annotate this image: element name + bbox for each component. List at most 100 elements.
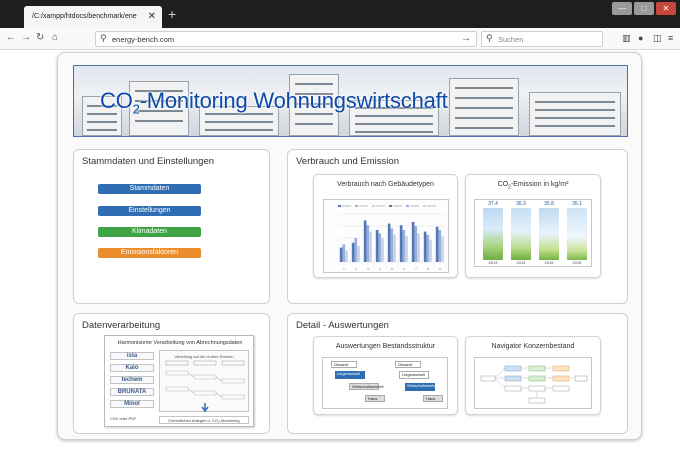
legend-swatch <box>355 205 358 207</box>
x-tick-label: 1 <box>343 267 345 271</box>
legend-swatch <box>338 205 341 207</box>
klimadaten-button[interactable]: Klimadaten <box>98 227 201 237</box>
chart-bar <box>378 233 382 262</box>
x-tick-label: 2 <box>355 267 357 271</box>
reload-icon[interactable]: ↻ <box>36 32 44 43</box>
chart-bar <box>405 236 408 262</box>
chart-bar <box>414 226 418 262</box>
bestandsstruktur-thumbnail: Gesamt Liegenschaft Wirtschaftseinheit H… <box>322 357 448 409</box>
chart-bar <box>402 230 406 262</box>
new-tab-button[interactable]: + <box>168 6 176 22</box>
panel-detail: Detail - Auswertungen Auswertungen Besta… <box>287 313 628 434</box>
datenverarbeitung-thumbnail[interactable]: Harmonisierte Verarbeitung von Abrechnun… <box>104 335 254 427</box>
go-arrow-icon[interactable]: → <box>461 33 471 44</box>
panel-title: Verbrauch und Emission <box>296 156 399 167</box>
dashboard-container: CO2-Monitoring Wohnungswirtschaft Stammd… <box>57 52 642 440</box>
x-tick-label: 8 <box>427 267 429 271</box>
maximize-button[interactable]: □ <box>634 2 654 15</box>
x-tick-label: 3 <box>367 267 369 271</box>
chart-bar <box>390 228 394 262</box>
legend-text-line <box>342 205 351 207</box>
navigator-thumbnail <box>474 357 592 409</box>
provider-kalo: Kalo <box>110 364 154 372</box>
library-icon[interactable]: ▥ <box>622 33 631 44</box>
box-liegenschaft: Liegenschaft <box>335 371 365 379</box>
chart-bar <box>375 230 379 262</box>
account-icon[interactable]: ● <box>638 33 643 43</box>
search-placeholder: Suchen <box>498 35 524 44</box>
chart-bar <box>429 239 432 262</box>
co2-year-label: 2013 <box>488 260 498 265</box>
legend-text-line <box>376 205 385 207</box>
co2-year-label: 2014 <box>516 260 526 265</box>
chart-bar <box>426 234 430 262</box>
chart-bar <box>357 246 360 262</box>
sidebar-icon[interactable]: ◫ <box>653 33 662 44</box>
minimize-button[interactable]: — <box>612 2 632 15</box>
legend-swatch <box>372 205 375 207</box>
building-graphic <box>449 78 519 136</box>
co2-column <box>483 208 503 260</box>
chart-bar <box>339 247 343 262</box>
menu-icon[interactable]: ≡ <box>668 33 673 43</box>
box-wirtschaftseinheit: Wirtschaftseinheit <box>405 383 439 391</box>
tab-title: /C:/xampp/htdocs/benchmark/ene <box>32 13 137 20</box>
page-viewport: CO2-Monitoring Wohnungswirtschaft Stammd… <box>0 51 680 458</box>
panel-datenverarbeitung: Datenverarbeitung Harmonisierte Verarbei… <box>73 313 270 434</box>
card-bestandsstruktur[interactable]: Auswertungen Bestandsstruktur Gesamt Lie… <box>313 336 458 415</box>
box-haus: Haus <box>423 395 443 402</box>
card-title: Auswertungen Bestandsstruktur <box>335 343 436 350</box>
page-title: CO2-Monitoring Wohnungswirtschaft <box>100 88 448 117</box>
chart-bar <box>435 226 439 262</box>
legend-text-line <box>393 205 402 207</box>
chart-bar <box>345 250 348 262</box>
co2-chart-thumbnail: 37.4 2013 36.3 2014 35.8 2015 35.1 2016 <box>474 199 592 267</box>
einstellungen-button[interactable]: Einstellungen <box>98 206 201 216</box>
box-gesamt: Gesamt <box>331 361 357 368</box>
forward-icon[interactable]: → <box>21 32 31 43</box>
x-tick-label: 9 <box>439 267 441 271</box>
legend-swatch <box>389 205 392 207</box>
card-verbrauch-gebaeudetypen[interactable]: Verbrauch nach Gebäudetypen 1 2 3 4 5 6 7 8 9 <box>313 174 458 278</box>
panel-verbrauch: Verbrauch und Emission Verbrauch nach Ge… <box>287 149 628 304</box>
chart-bar <box>393 234 396 262</box>
doc-footer: Einheitliches Anlegen d. CO₂-Monitoring <box>159 416 249 424</box>
provider-minol: Minol <box>110 400 154 408</box>
stammdaten-button[interactable]: Stammdaten <box>98 184 201 194</box>
search-bar[interactable]: ⚲ Suchen <box>481 31 603 47</box>
box-liegenschaft: Liegenschaft <box>399 371 429 379</box>
close-window-button[interactable]: ✕ <box>656 2 676 15</box>
browser-tab[interactable]: /C:/xampp/htdocs/benchmark/ene ✕ <box>24 6 162 28</box>
chart-bar <box>351 242 355 262</box>
card-navigator-konzernbestand[interactable]: Navigator Konzernbestand <box>465 336 601 415</box>
chart-bar <box>354 238 358 262</box>
panel-title: Stammdaten und Einstellungen <box>82 156 215 167</box>
doc-left-footer: CSV oder PDF <box>110 416 137 421</box>
card-co2-emission[interactable]: CO2-Emission in kg/m² 37.4 2013 36.3 2014 35… <box>465 174 601 278</box>
co2-value-label: 36.3 <box>516 201 526 207</box>
chart-bar <box>423 231 427 262</box>
x-tick-label: 6 <box>403 267 405 271</box>
x-tick-label: 7 <box>415 267 417 271</box>
co2-value-label: 35.1 <box>572 201 582 207</box>
co2-column <box>567 208 587 260</box>
provider-techem: techem <box>110 376 154 384</box>
legend-text-line <box>359 205 368 207</box>
chart-bar <box>369 231 372 262</box>
card-title: Navigator Konzernbestand <box>491 343 575 350</box>
back-icon[interactable]: ← <box>6 32 16 43</box>
chart-bar <box>411 222 415 262</box>
card-title: CO2-Emission in kg/m² <box>497 181 569 191</box>
doc-title: Harmonisierte Verarbeitung von Abrechnun… <box>117 340 243 346</box>
home-icon[interactable]: ⌂ <box>52 32 58 43</box>
search-icon: ⚲ <box>486 33 493 43</box>
co2-column <box>539 208 559 260</box>
address-bar[interactable]: ⚲ energy-bench.com → <box>95 31 477 47</box>
chart-bar <box>417 233 420 262</box>
emissionsfaktoren-button[interactable]: Emissionsfaktoren <box>98 248 201 258</box>
panel-title: Datenverarbeitung <box>82 320 161 331</box>
box-gesamt: Gesamt <box>395 361 421 368</box>
co2-value-label: 35.8 <box>544 201 554 207</box>
chart-bar <box>441 236 444 262</box>
tab-close-icon[interactable]: ✕ <box>148 11 156 22</box>
